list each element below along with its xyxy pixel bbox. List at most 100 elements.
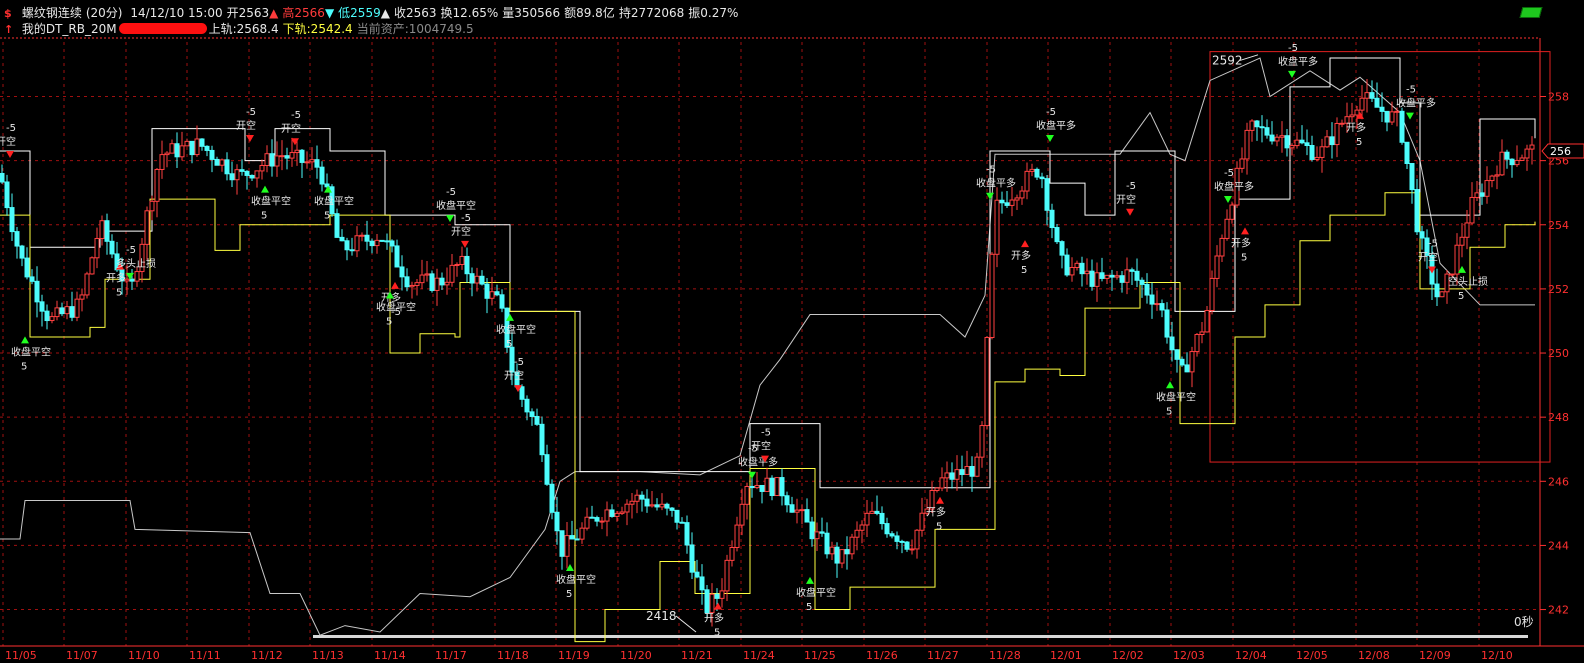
signal-qty: 5: [261, 211, 267, 222]
zoom-range-box: [1209, 51, 1551, 463]
upper-band-line: [0, 57, 1536, 489]
candle-body: [269, 153, 275, 167]
candle-body: [439, 277, 445, 286]
candle-body: [1284, 135, 1290, 149]
candle-body: [314, 159, 320, 168]
candle-body: [1199, 331, 1205, 336]
candle-body: [144, 210, 150, 245]
candle-body: [639, 494, 645, 500]
y-tick-label: 242: [1548, 604, 1569, 617]
candle-body: [1034, 168, 1040, 178]
candle-body: [619, 511, 625, 514]
candle-body: [1044, 178, 1050, 211]
candle-body: [234, 169, 240, 181]
amplitude-label: 振0.27%: [688, 6, 739, 20]
symbol-name[interactable]: 螺纹钢连续: [22, 6, 82, 20]
candle-body: [109, 240, 115, 255]
candle-body: [809, 521, 815, 540]
candle-body: [1499, 151, 1505, 176]
x-tick-label: 11/13: [312, 649, 344, 662]
candle-body: [49, 316, 55, 322]
candle-body: [644, 498, 650, 507]
candle-body: [374, 239, 380, 247]
x-tick-label: 11/12: [251, 649, 283, 662]
signal-label: 收盘平空: [496, 323, 536, 336]
y-tick-label: 250: [1548, 347, 1569, 360]
candle-body: [624, 503, 630, 513]
redaction-mark: [118, 23, 207, 34]
candle-body: [869, 510, 875, 514]
period-label[interactable]: (20分): [86, 6, 123, 20]
candle-body: [694, 571, 700, 578]
candle-body: [54, 307, 60, 318]
candle-body: [349, 249, 355, 252]
candle-body: [384, 240, 390, 243]
candle-body: [129, 278, 135, 282]
amount-label: 额89.8亿: [564, 6, 615, 20]
candle-body: [1329, 136, 1335, 146]
candle-body: [239, 169, 245, 172]
y-tick-label: 254: [1548, 219, 1569, 232]
signal-qty: 5: [1166, 406, 1172, 417]
candle-body: [544, 454, 550, 485]
x-tick-label: 11/17: [435, 649, 467, 662]
signal-label: 开空: [451, 225, 471, 238]
x-tick-label: 11/25: [804, 649, 836, 662]
dollar-icon: $: [4, 7, 12, 20]
candle-body: [1524, 148, 1530, 159]
candle-body: [564, 535, 570, 557]
candle-body: [669, 507, 675, 511]
candle-body: [839, 549, 845, 564]
candle-body: [1204, 310, 1210, 333]
signal-label: 收盘平多: [1214, 180, 1254, 193]
candle-body: [484, 283, 490, 299]
candle-body: [1269, 134, 1275, 142]
signal-up-arrow: [21, 336, 29, 344]
candle-body: [89, 257, 95, 275]
signal-qty: -5: [1428, 238, 1438, 249]
candle-body: [1384, 110, 1390, 123]
candlestick-chart[interactable]: 242 244 246 248 250 252 254 256 258 11/05 11/07 11/…: [0, 0, 1584, 663]
candle-body: [1449, 273, 1455, 276]
candle-body: [169, 143, 175, 154]
signal-qty: -5: [1224, 168, 1234, 179]
candle-body: [229, 173, 235, 181]
candle-body: [1454, 244, 1460, 275]
candle-body: [904, 541, 910, 550]
candle-body: [1389, 111, 1395, 123]
x-tick-label: 11/11: [189, 649, 221, 662]
candle-body: [864, 512, 870, 526]
candle-body: [984, 336, 990, 427]
candle-body: [454, 263, 460, 266]
candle-body: [334, 213, 340, 238]
signal-up-arrow: [806, 576, 814, 584]
signal-up-arrow: [1166, 381, 1174, 389]
candle-body: [539, 423, 545, 456]
candle-body: [1149, 294, 1155, 305]
signal-down-arrow: [6, 151, 14, 159]
candle-body: [0, 172, 5, 183]
signal-label: 收盘平空: [251, 195, 291, 208]
x-tick-label: 11/28: [989, 649, 1021, 662]
candle-body: [304, 161, 310, 164]
candle-body: [759, 484, 765, 492]
candle-body: [1289, 145, 1295, 149]
candle-body: [1094, 272, 1100, 287]
candle-body: [1179, 358, 1185, 366]
candle-body: [1519, 157, 1525, 161]
candle-body: [279, 155, 285, 158]
indicator-name[interactable]: 我的DT_RB_20M: [22, 22, 117, 36]
candle-body: [824, 532, 830, 555]
candle-body: [994, 199, 1000, 255]
signal-up-arrow: [1241, 227, 1249, 235]
candle-body: [1099, 272, 1105, 279]
x-tick-label: 12/02: [1112, 649, 1144, 662]
current-price-label: 256: [1550, 145, 1571, 158]
candle-body: [1439, 291, 1445, 298]
candle-body: [294, 149, 300, 154]
candle-body: [769, 477, 775, 497]
scrollbar[interactable]: [313, 635, 1528, 638]
candle-body: [464, 255, 470, 275]
candle-body: [814, 531, 820, 540]
close-arrow-icon: ▲: [380, 6, 390, 20]
